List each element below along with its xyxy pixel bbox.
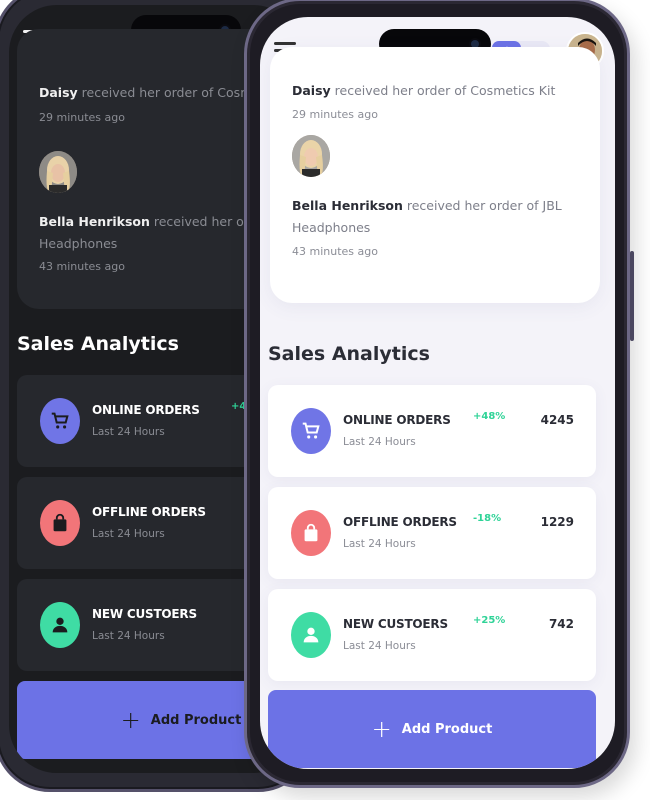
notification-time: 43 minutes ago bbox=[39, 260, 125, 273]
stat-card-offline[interactable]: OFFLINE ORDERS Last 24 Hours -18% 1229 bbox=[268, 487, 596, 579]
light-phone-mockup: Daisy received her order of Cosmetics Ki… bbox=[244, 0, 634, 788]
stat-percent: +25% bbox=[473, 615, 506, 626]
stat-sub: Last 24 Hours bbox=[343, 436, 416, 448]
avatar[interactable] bbox=[292, 135, 330, 177]
notification-text: Daisy received her order of Cosmetics Ki… bbox=[292, 83, 556, 98]
stat-sub: Last 24 Hours bbox=[92, 528, 165, 540]
section-title: Sales Analytics bbox=[268, 343, 430, 365]
stat-label: NEW CUSTOERS bbox=[92, 607, 197, 621]
stat-label: OFFLINE ORDERS bbox=[343, 515, 457, 529]
stat-sub: Last 24 Hours bbox=[343, 640, 416, 652]
stat-percent: -18% bbox=[473, 513, 502, 524]
person-icon bbox=[291, 612, 331, 658]
stat-card-online[interactable]: ONLINE ORDERS Last 24 Hours +48% 4245 bbox=[268, 385, 596, 477]
light-screen: Daisy received her order of Cosmetics Ki… bbox=[260, 17, 615, 769]
bag-icon bbox=[291, 510, 331, 556]
add-product-button[interactable]: + Add Product bbox=[268, 690, 596, 768]
stat-label: OFFLINE ORDERS bbox=[92, 505, 206, 519]
notification-time: 29 minutes ago bbox=[292, 108, 378, 121]
notification-time: 43 minutes ago bbox=[292, 245, 378, 258]
notification-text-line2: Headphones bbox=[39, 236, 118, 251]
stat-value: 742 bbox=[548, 617, 574, 631]
plus-icon: + bbox=[120, 706, 141, 734]
stat-card-customers[interactable]: NEW CUSTOERS Last 24 Hours +25% 742 bbox=[268, 589, 596, 681]
stat-sub: Last 24 Hours bbox=[92, 426, 165, 438]
stat-label: ONLINE ORDERS bbox=[343, 413, 451, 427]
avatar[interactable] bbox=[39, 151, 77, 193]
stat-label: ONLINE ORDERS bbox=[92, 403, 200, 417]
cart-icon bbox=[40, 398, 80, 444]
cart-icon bbox=[291, 408, 331, 454]
stat-label: NEW CUSTOERS bbox=[343, 617, 448, 631]
notification-card: Daisy received her order of Cosmetics Ki… bbox=[270, 47, 600, 303]
notification-time: 29 minutes ago bbox=[39, 111, 125, 124]
add-product-label: Add Product bbox=[150, 712, 242, 728]
add-product-label: Add Product bbox=[401, 721, 493, 737]
stat-value: 4245 bbox=[540, 413, 574, 427]
stat-percent: +48% bbox=[473, 411, 506, 422]
bag-icon bbox=[40, 500, 80, 546]
stat-value: 1229 bbox=[540, 515, 574, 529]
notification-text: Bella Henrikson received her order of JB… bbox=[292, 198, 562, 235]
stat-sub: Last 24 Hours bbox=[343, 538, 416, 550]
side-button bbox=[630, 251, 634, 341]
person-icon bbox=[40, 602, 80, 648]
plus-icon: + bbox=[371, 715, 392, 743]
stat-sub: Last 24 Hours bbox=[92, 630, 165, 642]
notification-text: Bella Henrikson received her ord bbox=[39, 214, 257, 229]
notification-text: Daisy received her order of Cosme bbox=[39, 85, 261, 100]
section-title: Sales Analytics bbox=[17, 333, 179, 355]
